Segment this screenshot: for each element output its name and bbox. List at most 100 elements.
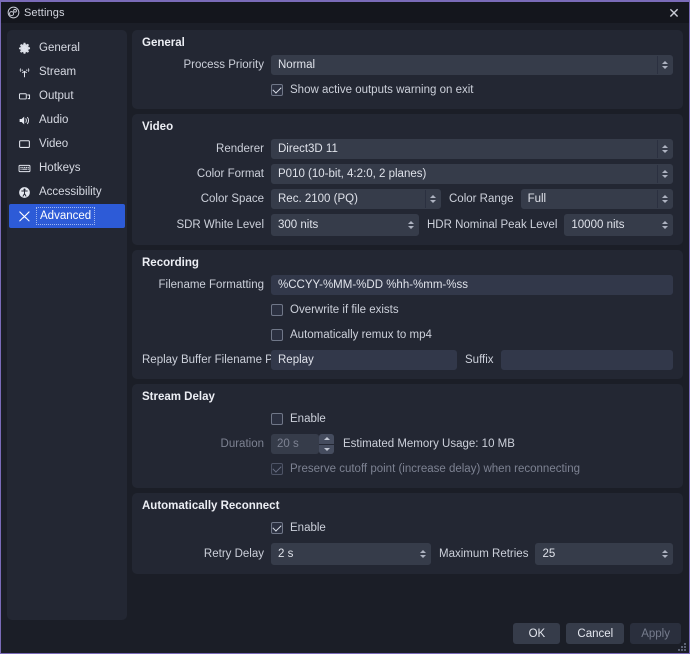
suffix-input[interactable] (500, 350, 673, 370)
chevron-updown-icon[interactable] (425, 190, 440, 208)
chevron-updown-icon[interactable] (657, 140, 672, 158)
show-active-outputs-warning-label: Show active outputs warning on exit (290, 84, 474, 96)
sidebar-item-output[interactable]: Output (9, 84, 125, 108)
chevron-updown-icon[interactable] (657, 215, 672, 235)
output-screen-icon (17, 89, 32, 104)
sdr-white-level-label: SDR White Level (176, 219, 264, 231)
row-renderer: Renderer Direct3D 11 (142, 139, 673, 159)
retry-delay-spinbox[interactable]: 2 s (271, 543, 431, 565)
stream-delay-enable-checkbox[interactable] (271, 413, 283, 425)
group-video: Video Renderer Direct3D 11 Color Format … (132, 114, 683, 245)
color-format-select[interactable]: P010 (10-bit, 4:2:0, 2 planes) (271, 164, 673, 184)
color-space-value: Rec. 2100 (PQ) (278, 193, 358, 205)
stream-delay-duration-label: Duration (220, 438, 264, 450)
group-auto-reconnect: Automatically Reconnect Enable Retry Del… (132, 493, 683, 574)
color-range-value: Full (527, 193, 547, 205)
keyboard-icon (17, 161, 32, 176)
sidebar-item-label: General (39, 42, 80, 54)
auto-reconnect-enable-checkbox-row[interactable]: Enable (271, 522, 326, 534)
sidebar-item-stream[interactable]: Stream (9, 60, 125, 84)
sdr-white-level-value: 300 nits (278, 219, 319, 231)
chevron-updown-icon[interactable] (657, 165, 672, 183)
color-range-select[interactable]: Full (520, 189, 673, 209)
stepper-down-icon[interactable] (319, 443, 334, 454)
stream-delay-duration-value: 20 s (277, 438, 299, 450)
auto-reconnect-enable-label: Enable (290, 522, 326, 534)
sidebar-item-video[interactable]: Video (9, 132, 125, 156)
speaker-icon (17, 113, 32, 128)
stream-delay-enable-checkbox-row[interactable]: Enable (271, 413, 326, 425)
process-priority-label: Process Priority (183, 59, 264, 71)
group-general: General Process Priority Normal Show act… (132, 30, 683, 109)
settings-content: General Process Priority Normal Show act… (132, 30, 683, 613)
chevron-updown-icon[interactable] (657, 190, 672, 208)
hdr-peak-level-value: 10000 nits (571, 219, 625, 231)
renderer-label: Renderer (216, 143, 264, 155)
replay-prefix-input[interactable]: Replay (271, 350, 457, 370)
retry-delay-value: 2 s (278, 548, 294, 560)
obs-logo-icon (7, 6, 20, 19)
broadcast-icon (17, 65, 32, 80)
close-icon[interactable]: ✕ (663, 4, 685, 22)
maximum-retries-label: Maximum Retries (439, 548, 529, 560)
group-stream-delay: Stream Delay Enable Duration 20 s Estima… (132, 384, 683, 488)
sdr-white-level-spinbox[interactable]: 300 nits (271, 214, 419, 236)
wrench-icon (17, 209, 32, 224)
sidebar-item-accessibility[interactable]: Accessibility (9, 180, 125, 204)
settings-dialog: Settings ✕ General Stream Output Audio V… (0, 0, 690, 654)
stepper-up-icon[interactable] (319, 434, 334, 444)
stream-delay-duration-spinbox[interactable]: 20 s (271, 434, 319, 454)
show-active-outputs-warning-checkbox[interactable] (271, 84, 283, 96)
group-title-video: Video (142, 121, 174, 133)
process-priority-value: Normal (278, 59, 316, 71)
resize-grip[interactable] (676, 641, 686, 651)
auto-reconnect-enable-checkbox[interactable] (271, 522, 283, 534)
sidebar-item-label: Hotkeys (39, 162, 81, 174)
filename-formatting-value: %CCYY-%MM-%DD %hh-%mm-%ss (278, 279, 468, 291)
window-title: Settings (24, 6, 65, 19)
dialog-buttons: OK Cancel Apply (513, 623, 681, 644)
row-preserve-cutoff: Preserve cutoff point (increase delay) w… (142, 459, 673, 479)
chevron-updown-icon[interactable] (415, 544, 430, 564)
auto-remux-checkbox[interactable] (271, 329, 283, 341)
retry-delay-label: Retry Delay (203, 548, 264, 560)
filename-formatting-input[interactable]: %CCYY-%MM-%DD %hh-%mm-%ss (271, 275, 673, 295)
chevron-updown-icon[interactable] (657, 56, 672, 74)
sidebar-item-general[interactable]: General (9, 36, 125, 60)
maximum-retries-spinbox[interactable]: 25 (535, 543, 673, 565)
replay-prefix-value: Replay (278, 354, 314, 366)
sidebar-item-label: Audio (39, 114, 69, 126)
show-active-outputs-warning-checkbox-row[interactable]: Show active outputs warning on exit (271, 84, 473, 96)
chevron-updown-icon[interactable] (657, 544, 672, 564)
hdr-peak-level-spinbox[interactable]: 10000 nits (564, 214, 673, 236)
apply-button[interactable]: Apply (630, 623, 681, 644)
renderer-value: Direct3D 11 (278, 143, 338, 155)
cancel-button[interactable]: Cancel (566, 623, 625, 644)
gear-icon (17, 41, 32, 56)
group-title-auto-reconnect: Automatically Reconnect (142, 500, 280, 512)
group-title-general: General (142, 37, 185, 49)
overwrite-if-file-exists-checkbox-row[interactable]: Overwrite if file exists (271, 304, 399, 316)
preserve-cutoff-checkbox-row[interactable]: Preserve cutoff point (increase delay) w… (271, 463, 580, 475)
auto-remux-checkbox-row[interactable]: Automatically remux to mp4 (271, 329, 432, 341)
sidebar-item-label: Output (39, 90, 74, 102)
color-format-label: Color Format (196, 168, 264, 180)
row-color-space-range: Color Space Rec. 2100 (PQ) Color Range F… (142, 189, 673, 209)
sidebar-item-audio[interactable]: Audio (9, 108, 125, 132)
chevron-updown-icon[interactable] (403, 215, 418, 235)
sidebar-item-advanced[interactable]: Advanced (9, 204, 125, 228)
overwrite-if-file-exists-checkbox[interactable] (271, 304, 283, 316)
preserve-cutoff-checkbox[interactable] (271, 463, 283, 475)
ok-button[interactable]: OK (513, 623, 561, 644)
renderer-select[interactable]: Direct3D 11 (271, 139, 673, 159)
replay-prefix-label: Replay Buffer Filename Prefix (142, 354, 295, 366)
stream-delay-duration-stepper[interactable] (319, 434, 334, 454)
color-space-select[interactable]: Rec. 2100 (PQ) (271, 189, 441, 209)
estimated-memory-usage-text: Estimated Memory Usage: 10 MB (343, 438, 515, 450)
row-color-format: Color Format P010 (10-bit, 4:2:0, 2 plan… (142, 164, 673, 184)
color-format-value: P010 (10-bit, 4:2:0, 2 planes) (278, 168, 427, 180)
sidebar-item-hotkeys[interactable]: Hotkeys (9, 156, 125, 180)
accessibility-icon (17, 185, 32, 200)
sidebar-item-label: Stream (39, 66, 77, 78)
process-priority-select[interactable]: Normal (271, 55, 673, 75)
